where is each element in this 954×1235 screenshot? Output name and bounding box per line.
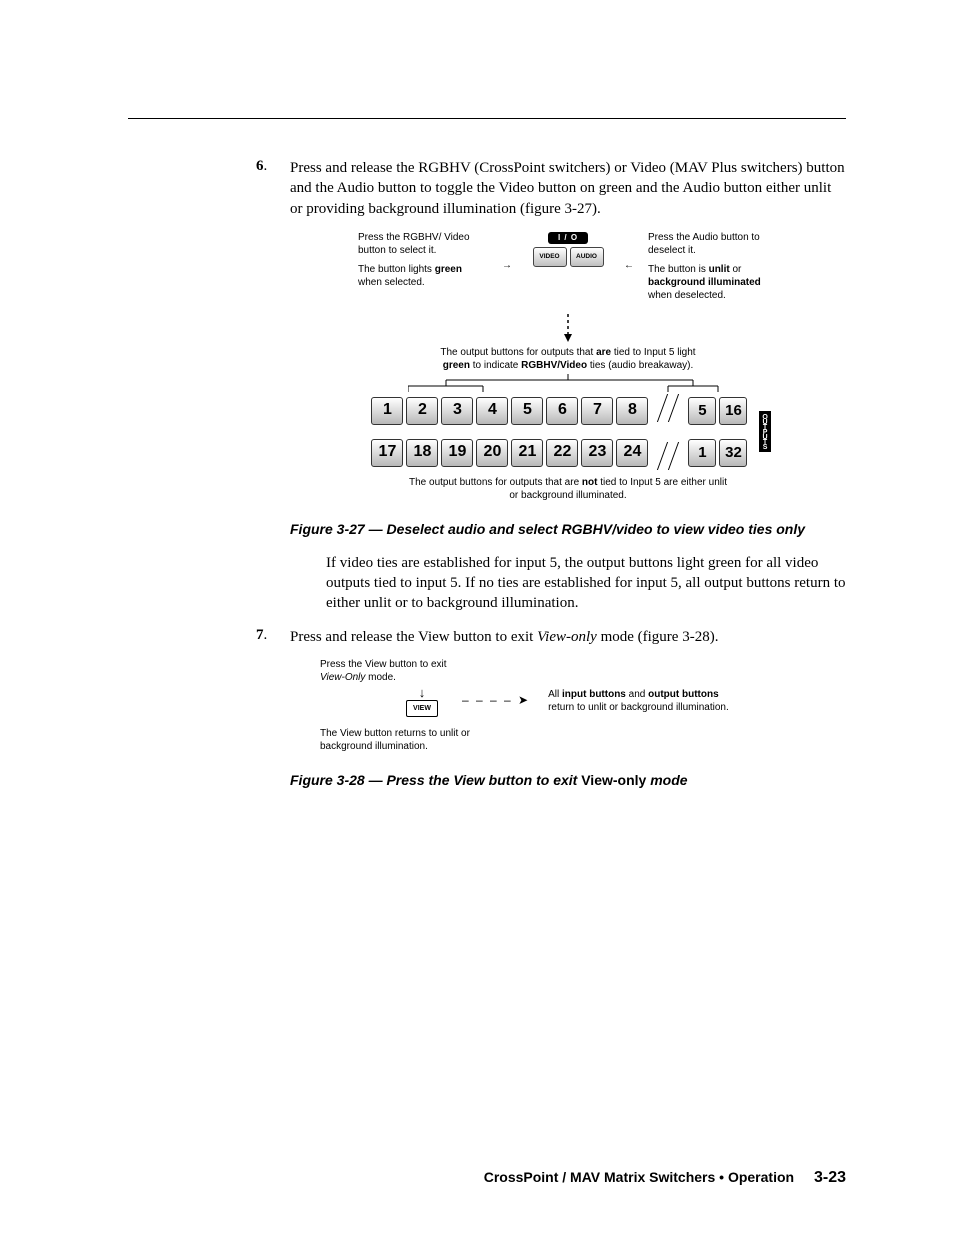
- top-rule: [128, 118, 846, 119]
- step-6: 6. Press and release the RGBHV (CrossPoi…: [290, 158, 846, 219]
- output-btn: 6: [546, 397, 578, 425]
- video-button: VIDEO: [533, 247, 567, 267]
- audio-button: AUDIO: [570, 247, 604, 267]
- dashed-arrow-right-icon: – – – – ➤: [462, 693, 530, 709]
- output-btn: 21: [511, 439, 543, 467]
- bracket-top-icon: [408, 374, 728, 394]
- fig327-note-bottom: The output buttons for outputs that are …: [408, 476, 728, 502]
- arrow-down-icon: ↓: [400, 686, 444, 700]
- output-btn: 18: [406, 439, 438, 467]
- output-btn: 24: [616, 439, 648, 467]
- step-body: Press and release the RGBHV (CrossPoint …: [290, 158, 846, 219]
- output-btn: 3: [441, 397, 473, 425]
- io-label: I / O: [548, 232, 588, 244]
- output-btn: 32: [719, 439, 747, 467]
- outputs-vertical-label: OUTPUTS: [759, 411, 770, 452]
- output-btn: 20: [476, 439, 508, 467]
- output-btn: 8: [616, 397, 648, 425]
- step-body: Press and release the View button to exi…: [290, 627, 846, 647]
- output-btn: 22: [546, 439, 578, 467]
- output-btn: 7: [581, 397, 613, 425]
- fig327-left-text: Press the RGBHV/ Video button to select …: [358, 231, 488, 295]
- output-btn: 1: [688, 439, 716, 467]
- view-button: VIEW: [406, 700, 438, 717]
- step-number: 6.: [256, 158, 268, 219]
- figure-3-28: Press the View button to exit View-Only …: [320, 658, 740, 753]
- fig327-note-top: The output buttons for outputs that are …: [358, 346, 778, 372]
- output-btn: 19: [441, 439, 473, 467]
- fig328-bottom-text: The View button returns to unlit or back…: [320, 727, 490, 753]
- output-btn: 5: [511, 397, 543, 425]
- fig327-right-text: Press the Audio button to deselect it. T…: [648, 231, 778, 308]
- figure-3-27: Press the RGBHV/ Video button to select …: [358, 231, 778, 502]
- arrow-left-icon: ←: [622, 231, 636, 272]
- output-panel: 1 2 3 4 5 6 7 8 17 18 19 20 21 22 23: [358, 394, 778, 470]
- arrow-right-icon: →: [500, 231, 514, 272]
- output-btn: 2: [406, 397, 438, 425]
- output-btn: 23: [581, 439, 613, 467]
- step-7: 7. Press and release the View button to …: [290, 627, 846, 647]
- output-btn: 4: [476, 397, 508, 425]
- page-footer: CrossPoint / MAV Matrix Switchers • Oper…: [484, 1169, 846, 1187]
- paragraph: If video ties are established for input …: [326, 553, 846, 614]
- output-row-2: 17 18 19 20 21 22 23 24: [371, 439, 648, 467]
- output-row-1: 1 2 3 4 5 6 7 8: [371, 397, 648, 425]
- io-button-cluster: I / O VIDEO AUDIO: [526, 231, 610, 267]
- fig328-top-text: Press the View button to exit View-Only …: [320, 658, 470, 684]
- output-btn: 1: [371, 397, 403, 425]
- page-number: 3-23: [814, 1169, 846, 1186]
- output-btn: 17: [371, 439, 403, 467]
- step-number: 7.: [256, 627, 268, 647]
- figure-3-28-caption: Figure 3-28 — Press the View button to e…: [290, 771, 846, 790]
- output-btn: 5: [688, 397, 716, 425]
- page-content: 6. Press and release the RGBHV (CrossPoi…: [290, 158, 846, 804]
- fig328-right-text: All input buttons and output buttons ret…: [548, 688, 729, 714]
- footer-title: CrossPoint / MAV Matrix Switchers • Oper…: [484, 1169, 794, 1185]
- panel-break-icon: [660, 394, 676, 470]
- dashed-arrow-down-icon: [358, 314, 778, 340]
- figure-3-27-caption: Figure 3-27 — Deselect audio and select …: [290, 520, 846, 539]
- output-btn: 16: [719, 397, 747, 425]
